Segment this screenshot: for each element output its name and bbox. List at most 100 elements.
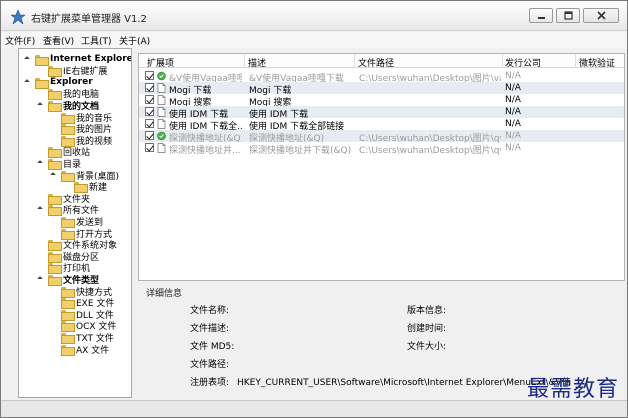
expand-arrow-icon[interactable]: [51, 172, 58, 179]
tree-node-label: Internet Explorer: [50, 54, 132, 64]
folder-icon: [48, 274, 62, 286]
row-checkbox[interactable]: [145, 131, 154, 140]
version-label: 版本信息:: [407, 306, 447, 316]
table-row[interactable]: 探测快播地址并... 探测快播地址并下载(&Q) C:\Users\wuhan\De…: [139, 142, 624, 156]
tree-node-label: AX 文件: [76, 345, 110, 356]
row-checkbox[interactable]: [145, 119, 154, 128]
app-window: 右键扩展菜单管理器 V1.2 文件(F) 查看(V) 工具(T) 关于(A) I…: [0, 0, 628, 418]
details-title: 详细信息: [146, 289, 183, 299]
table-row[interactable]: &V使用Vagaa哇嘎...&V使用Vagaa哇嘎下载C:\Users\wuha…: [139, 70, 624, 84]
folder-icon: [48, 158, 62, 170]
folder-icon: [74, 182, 88, 194]
menu-tools[interactable]: 工具(T): [81, 34, 112, 47]
folder-icon: [61, 332, 75, 344]
window-title: 右键扩展菜单管理器 V1.2: [31, 14, 147, 25]
tree-node[interactable]: AX 文件: [51, 343, 110, 356]
maximize-icon: [563, 11, 573, 20]
category-tree[interactable]: Internet Explorer IE右键扩展 Explorer 我的电脑 我的文档我…: [18, 48, 132, 398]
cell-desc: 探测快播地址并下载(&Q): [249, 146, 352, 156]
file-desc-label: 文件描述:: [190, 324, 230, 334]
tree-node-label: Explorer: [50, 77, 93, 88]
cell-company: N/A: [505, 143, 521, 153]
expand-arrow-icon[interactable]: [38, 160, 45, 167]
table-row[interactable]: 使用 IDM 下载 使用 IDM 下载 N/A: [139, 106, 624, 120]
cell-company: N/A: [505, 83, 521, 93]
table-row[interactable]: 使用 IDM 下载全... 使用 IDM 下载全部链接 N/A: [139, 118, 624, 132]
column-header-name[interactable]: 扩展项: [147, 56, 174, 69]
cell-company: N/A: [505, 71, 521, 81]
folder-icon: [48, 147, 62, 159]
cell-name: 探测快播地址并...: [169, 146, 241, 156]
tree-node-label: IE右键扩展: [63, 67, 108, 78]
expand-arrow-icon[interactable]: [38, 206, 45, 213]
table-row[interactable]: Mogi 下载 Mogi 下载 N/A: [139, 82, 624, 96]
column-header-company[interactable]: 发行公司: [505, 56, 541, 69]
cell-company: N/A: [505, 119, 521, 129]
tree-node[interactable]: 背景(桌面): [51, 169, 119, 182]
row-checkbox[interactable]: [145, 83, 154, 92]
maximize-button[interactable]: [556, 8, 580, 23]
folder-icon: [48, 66, 62, 78]
menu-view[interactable]: 查看(V): [43, 34, 74, 47]
size-label: 文件大小:: [407, 342, 447, 352]
expand-arrow-icon[interactable]: [25, 79, 32, 86]
tree-node-label: 新建: [89, 183, 108, 194]
document-icon: [157, 119, 166, 129]
title-bar[interactable]: 右键扩展菜单管理器 V1.2: [1, 1, 627, 31]
tree-node[interactable]: 目录: [38, 157, 81, 170]
folder-icon: [48, 89, 62, 101]
folder-icon: [61, 124, 75, 136]
row-checkbox[interactable]: [145, 143, 154, 152]
expand-arrow-icon[interactable]: [25, 56, 32, 63]
row-checkbox[interactable]: [145, 107, 154, 116]
folder-icon: [61, 216, 75, 228]
menu-bar: 文件(F) 查看(V) 工具(T) 关于(A): [1, 32, 627, 48]
minimize-button[interactable]: [529, 8, 553, 23]
column-header-verify[interactable]: 微软验证: [579, 56, 615, 69]
folder-icon: [48, 205, 62, 217]
app-entry-icon: [157, 71, 166, 81]
created-label: 创建时间:: [407, 324, 447, 334]
file-md5-label: 文件 MD5:: [190, 342, 235, 352]
minimize-icon: [537, 17, 545, 19]
table-row[interactable]: Mogi 搜索 Mogi 搜索 N/A: [139, 94, 624, 108]
folder-icon: [48, 263, 62, 275]
file-path-label: 文件路径:: [190, 360, 230, 370]
close-icon: [596, 11, 606, 20]
menu-file[interactable]: 文件(F): [5, 34, 35, 47]
folder-icon: [61, 344, 75, 356]
document-icon: [157, 83, 166, 93]
tree-node[interactable]: IE右键扩展: [38, 65, 108, 78]
folder-icon: [35, 77, 49, 89]
app-logo-icon: [11, 10, 25, 24]
folder-icon: [48, 240, 62, 252]
menu-about[interactable]: 关于(A): [119, 34, 150, 47]
expand-arrow-icon[interactable]: [38, 276, 45, 283]
folder-icon: [61, 309, 75, 321]
folder-icon: [48, 100, 62, 112]
expand-arrow-icon[interactable]: [38, 102, 45, 109]
folder-icon: [61, 112, 75, 124]
cell-company: N/A: [505, 107, 521, 117]
column-header-description[interactable]: 描述: [248, 56, 266, 69]
folder-icon: [61, 321, 75, 333]
list-header: 扩展项 描述 文件路径 发行公司 微软验证: [139, 54, 624, 69]
row-checkbox[interactable]: [145, 95, 154, 104]
watermark-text: 最需教育: [526, 377, 619, 402]
document-icon: [157, 107, 166, 117]
folder-icon: [61, 135, 75, 147]
document-icon: [157, 143, 166, 153]
column-header-path[interactable]: 文件路径: [358, 56, 394, 69]
folder-icon: [61, 170, 75, 182]
cell-company: N/A: [505, 95, 521, 105]
extension-list[interactable]: 扩展项 描述 文件路径 发行公司 微软验证 &V使用Vagaa哇嘎...&V使用…: [138, 53, 625, 281]
close-button[interactable]: [583, 8, 619, 23]
folder-icon: [48, 193, 62, 205]
row-checkbox[interactable]: [145, 71, 154, 80]
table-row[interactable]: 探测快播地址(&Q) 探测快播地址(&Q) C:\Users\wuhan\Deskt…: [139, 130, 624, 144]
app-entry-icon: [157, 131, 166, 141]
registry-label: 注册表项:: [190, 378, 230, 388]
folder-icon: [61, 286, 75, 298]
cell-path: C:\Users\wuhan\Desktop\图片\qvo...: [359, 146, 501, 156]
folder-icon: [35, 54, 49, 66]
